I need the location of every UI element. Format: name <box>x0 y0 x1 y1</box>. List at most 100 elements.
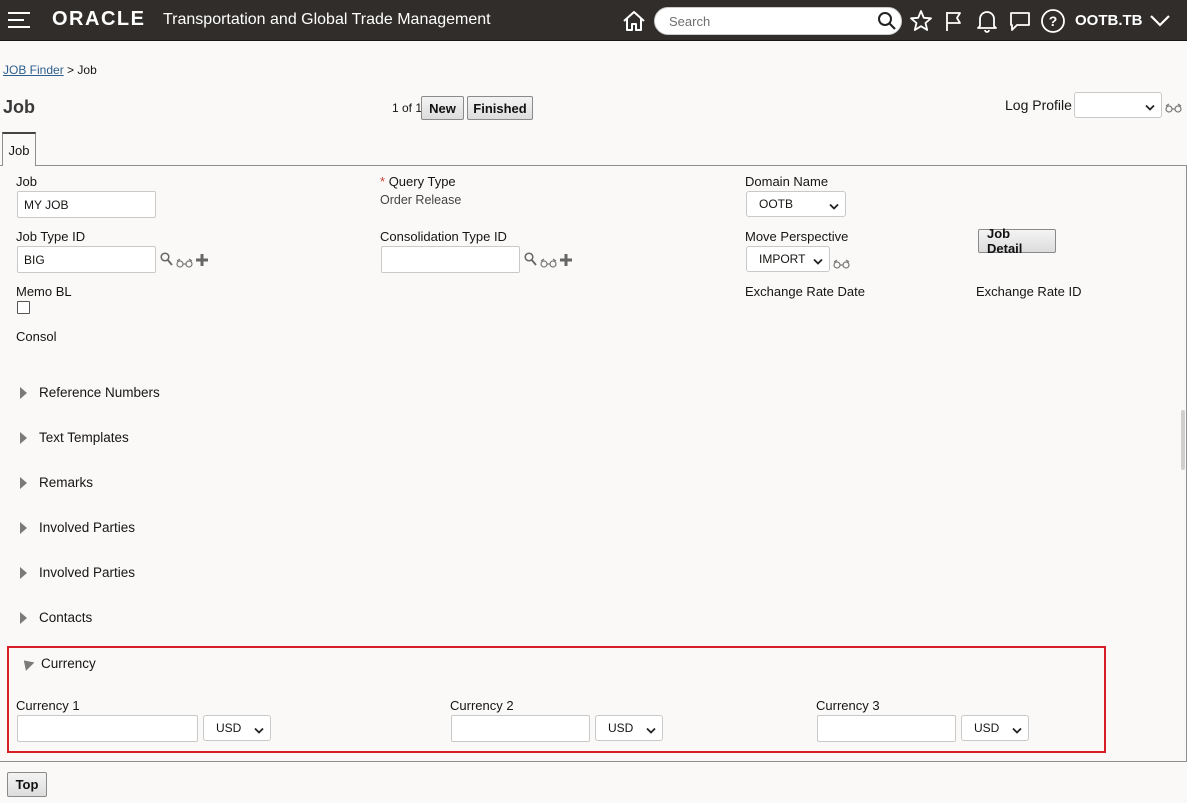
section-involved-parties-2[interactable]: Involved Parties <box>17 565 135 580</box>
search-icon[interactable] <box>877 11 897 36</box>
chevron-down-icon <box>1145 101 1155 115</box>
domain-name-value: OOTB <box>759 197 794 211</box>
job-input[interactable]: MY JOB <box>17 191 156 218</box>
star-icon[interactable] <box>908 8 934 34</box>
move-perspective-value: IMPORT <box>759 252 806 266</box>
record-count: 1 of 1 <box>392 101 423 115</box>
user-menu[interactable]: OOTB.TB <box>1075 12 1143 29</box>
chevron-down-icon <box>829 200 839 214</box>
finished-button[interactable]: Finished <box>467 96 533 120</box>
help-icon[interactable]: ? <box>1040 8 1066 34</box>
exchange-rate-id-label: Exchange Rate ID <box>976 284 1082 299</box>
chat-icon[interactable] <box>1007 8 1033 34</box>
chevron-down-icon <box>813 255 823 269</box>
section-title: Involved Parties <box>39 565 136 580</box>
plus-icon[interactable] <box>559 253 573 272</box>
expand-icon <box>20 611 27 624</box>
bell-icon[interactable] <box>974 8 1000 34</box>
move-perspective-select[interactable]: IMPORT <box>746 246 830 272</box>
currency-2-unit: USD <box>608 721 634 735</box>
expand-icon <box>20 521 27 534</box>
currency-3-unit-select[interactable]: USD <box>961 715 1029 741</box>
plus-icon[interactable] <box>195 253 209 272</box>
currency-3-unit: USD <box>974 721 1000 735</box>
menu-icon[interactable] <box>8 12 30 28</box>
chevron-down-icon <box>254 724 264 738</box>
section-contacts[interactable]: Contacts <box>17 610 92 625</box>
global-header: ORACLE Transportation and Global Trade M… <box>0 0 1187 41</box>
currency-3-label: Currency 3 <box>816 698 880 713</box>
currency-1-unit: USD <box>216 721 242 735</box>
section-text-templates[interactable]: Text Templates <box>17 430 129 445</box>
currency-1-input[interactable] <box>17 715 198 742</box>
domain-name-label: Domain Name <box>745 174 829 189</box>
section-involved-parties[interactable]: Involved Parties <box>17 520 135 535</box>
app-title: Transportation and Global Trade Manageme… <box>163 11 491 28</box>
section-title: Currency <box>41 656 96 671</box>
move-perspective-label: Move Perspective <box>745 229 849 244</box>
chevron-down-icon <box>646 724 656 738</box>
breadcrumb-separator: > <box>67 63 75 77</box>
flag-icon[interactable] <box>941 8 967 34</box>
home-icon[interactable] <box>621 8 647 34</box>
global-search[interactable] <box>654 7 902 35</box>
query-type-value: Order Release <box>380 193 462 207</box>
currency-2-label: Currency 2 <box>450 698 514 713</box>
top-button[interactable]: Top <box>7 772 47 797</box>
log-profile-select[interactable] <box>1074 92 1162 118</box>
section-title: Involved Parties <box>39 520 136 535</box>
job-detail-button[interactable]: Job Detail <box>978 226 1056 256</box>
consolidation-type-id-input[interactable] <box>381 246 520 273</box>
section-reference-numbers[interactable]: Reference Numbers <box>17 385 160 400</box>
breadcrumb-link-job-finder[interactable]: JOB Finder <box>3 63 64 77</box>
currency-3-input[interactable] <box>817 715 956 742</box>
query-type-label-text: Query Type <box>388 174 456 189</box>
scrollbar-thumb[interactable] <box>1181 410 1185 470</box>
tab-divider <box>0 165 1187 166</box>
new-button[interactable]: New <box>421 96 464 120</box>
domain-name-select[interactable]: OOTB <box>746 191 846 217</box>
exchange-rate-date-label: Exchange Rate Date <box>745 284 865 299</box>
job-type-id-input[interactable]: BIG <box>17 246 156 273</box>
breadcrumb: JOB Finder > Job <box>3 63 97 77</box>
collapse-icon <box>19 656 35 671</box>
tab-job[interactable]: Job <box>2 132 36 166</box>
required-indicator: * <box>380 174 386 189</box>
chevron-down-icon[interactable] <box>1147 8 1173 34</box>
log-profile-label: Log Profile <box>1005 97 1072 113</box>
search-icon[interactable] <box>160 252 173 271</box>
currency-1-unit-select[interactable]: USD <box>203 715 271 741</box>
query-type-label: * Query Type <box>380 174 456 189</box>
consol-label: Consol <box>16 329 57 344</box>
svg-text:?: ? <box>1049 13 1058 29</box>
page-title: Job <box>3 97 36 117</box>
currency-1-label: Currency 1 <box>16 698 80 713</box>
section-title: Text Templates <box>39 430 129 445</box>
panel-border <box>0 761 1187 762</box>
glasses-icon[interactable] <box>540 255 557 273</box>
currency-2-input[interactable] <box>451 715 590 742</box>
chevron-down-icon <box>1012 724 1022 738</box>
currency-2-unit-select[interactable]: USD <box>595 715 663 741</box>
section-title: Reference Numbers <box>39 385 160 400</box>
expand-icon <box>20 476 27 489</box>
section-title: Remarks <box>39 475 94 490</box>
section-title: Contacts <box>39 610 93 625</box>
glasses-icon[interactable] <box>176 255 193 273</box>
consolidation-type-id-label: Consolidation Type ID <box>380 229 507 244</box>
job-type-id-label: Job Type ID <box>16 229 86 244</box>
expand-icon <box>20 566 27 579</box>
oracle-logo: ORACLE <box>52 8 146 30</box>
search-icon[interactable] <box>524 252 537 271</box>
memo-bl-label: Memo BL <box>16 284 72 299</box>
section-remarks[interactable]: Remarks <box>17 475 93 490</box>
search-input[interactable] <box>667 13 867 30</box>
section-currency[interactable]: Currency <box>17 656 96 671</box>
job-label: Job <box>16 174 37 189</box>
memo-bl-checkbox[interactable] <box>17 301 30 314</box>
glasses-icon[interactable] <box>833 256 850 274</box>
glasses-icon[interactable] <box>1165 100 1182 118</box>
expand-icon <box>20 386 27 399</box>
expand-icon <box>20 431 27 444</box>
breadcrumb-current: Job <box>77 63 97 77</box>
